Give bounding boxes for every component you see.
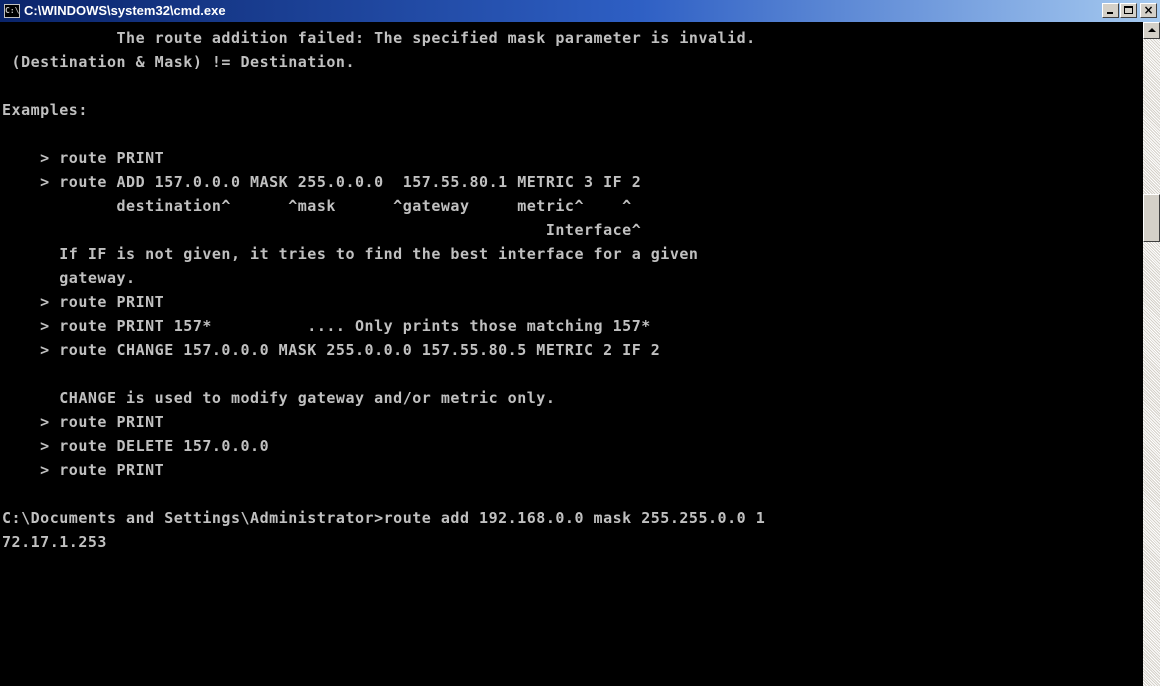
scroll-up-arrow-icon (1148, 28, 1156, 32)
console-lines: The route addition failed: The specified… (2, 26, 765, 554)
scroll-up-button[interactable] (1143, 22, 1160, 39)
console-line: > route ADD 157.0.0.0 MASK 255.0.0.0 157… (2, 173, 642, 191)
window-controls: × (1102, 3, 1157, 19)
window-title: C:\WINDOWS\system32\cmd.exe (24, 3, 226, 18)
minimize-icon (1107, 12, 1113, 14)
close-button[interactable]: × (1140, 3, 1157, 18)
console-line: > route PRINT (2, 461, 165, 479)
minimize-button[interactable] (1102, 3, 1119, 18)
cmd-window: C:\ C:\WINDOWS\system32\cmd.exe × The ro… (0, 0, 1160, 686)
console-line: (Destination & Mask) != Destination. (2, 53, 356, 71)
console-line: > route PRINT 157* .... Only prints thos… (2, 317, 651, 335)
console-line: > route PRINT (2, 413, 165, 431)
maximize-icon (1124, 6, 1133, 14)
title-bar[interactable]: C:\ C:\WINDOWS\system32\cmd.exe × (0, 0, 1160, 22)
console-line: Interface^ (2, 221, 642, 239)
vertical-scrollbar[interactable] (1143, 22, 1160, 686)
cmd-icon[interactable]: C:\ (4, 4, 20, 18)
console-line: CHANGE is used to modify gateway and/or … (2, 389, 556, 407)
close-icon: × (1143, 3, 1154, 17)
console-line: > route PRINT (2, 149, 165, 167)
console-line: > route PRINT (2, 293, 165, 311)
console-line: 72.17.1.253 (2, 533, 107, 551)
console-output[interactable]: The route addition failed: The specified… (0, 22, 1143, 686)
console-line: > route CHANGE 157.0.0.0 MASK 255.0.0.0 … (2, 341, 661, 359)
scroll-thumb[interactable] (1143, 194, 1160, 242)
console-line: The route addition failed: The specified… (2, 29, 756, 47)
console-line: > route DELETE 157.0.0.0 (2, 437, 270, 455)
console-line: gateway. (2, 269, 136, 287)
console-line: Examples: (2, 101, 88, 119)
console-line: destination^ ^mask ^gateway metric^ ^ (2, 197, 632, 215)
console-line: C:\Documents and Settings\Administrator>… (2, 509, 766, 527)
maximize-button[interactable] (1120, 3, 1137, 18)
console-line: If IF is not given, it tries to find the… (2, 245, 699, 263)
